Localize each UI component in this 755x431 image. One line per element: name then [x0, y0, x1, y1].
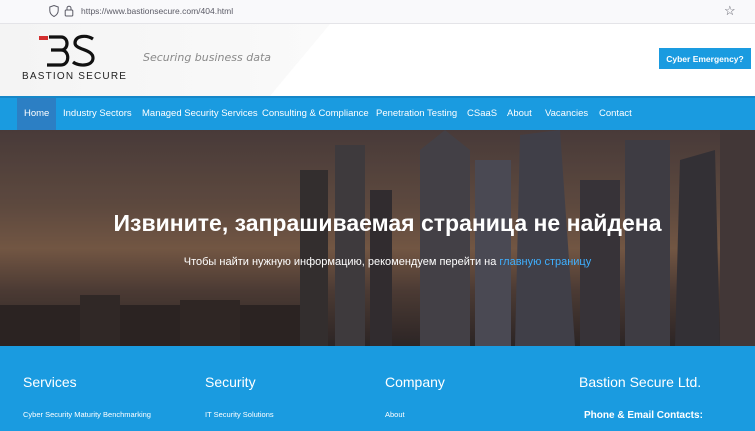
cyber-emergency-button[interactable]: Cyber Emergency?: [659, 48, 751, 69]
shield-icon[interactable]: [49, 5, 59, 17]
tagline: Securing business data: [143, 51, 272, 64]
main-nav: Home Industry Sectors Managed Security S…: [0, 96, 755, 130]
bookmark-star-icon[interactable]: ☆: [724, 3, 736, 19]
browser-address-bar[interactable]: https://www.bastionsecure.com/404.html ☆: [0, 0, 755, 24]
footer-contact-heading: Phone & Email Contacts:: [584, 410, 703, 421]
nav-consulting-compliance[interactable]: Consulting & Compliance: [262, 98, 369, 130]
footer-company-title: Company: [385, 374, 445, 390]
footer-company-name: Bastion Secure Ltd.: [579, 374, 702, 390]
logo-text: BASTION SECURE: [22, 71, 128, 82]
error-title: Извините, запрашиваемая страница не найд…: [113, 210, 662, 236]
error-hero: Извините, запрашиваемая страница не найд…: [0, 130, 755, 346]
nav-home[interactable]: Home: [17, 98, 57, 130]
lock-icon[interactable]: [64, 5, 74, 17]
nav-about[interactable]: About: [507, 98, 532, 130]
nav-contact[interactable]: Contact: [599, 98, 632, 130]
footer-link-maturity-benchmarking[interactable]: Cyber Security Maturity Benchmarking: [23, 410, 151, 419]
nav-managed-security-services[interactable]: Managed Security Services: [142, 98, 258, 130]
nav-vacancies[interactable]: Vacancies: [545, 98, 588, 130]
home-page-link[interactable]: главную страницу: [499, 256, 591, 268]
nav-industry-sectors[interactable]: Industry Sectors: [63, 98, 132, 130]
hero-overlay: [0, 130, 755, 346]
error-subtitle: Чтобы найти нужную информацию, рекоменду…: [0, 256, 755, 268]
nav-csaas[interactable]: CSaaS: [467, 98, 497, 130]
bastion-secure-logo[interactable]: BASTION SECURE: [22, 34, 128, 86]
site-header: BASTION SECURE Securing business data Cy…: [0, 24, 755, 96]
site-footer: Services Security Company Bastion Secure…: [0, 346, 755, 431]
footer-services-title: Services: [23, 374, 77, 390]
bs-logo-icon: [39, 34, 95, 67]
footer-link-it-security-solutions[interactable]: IT Security Solutions: [205, 410, 274, 419]
error-subtitle-text: Чтобы найти нужную информацию, рекоменду…: [183, 256, 497, 268]
footer-security-title: Security: [205, 374, 256, 390]
url-text[interactable]: https://www.bastionsecure.com/404.html: [81, 6, 233, 16]
footer-link-about[interactable]: About: [385, 410, 405, 419]
nav-penetration-testing[interactable]: Penetration Testing: [376, 98, 457, 130]
